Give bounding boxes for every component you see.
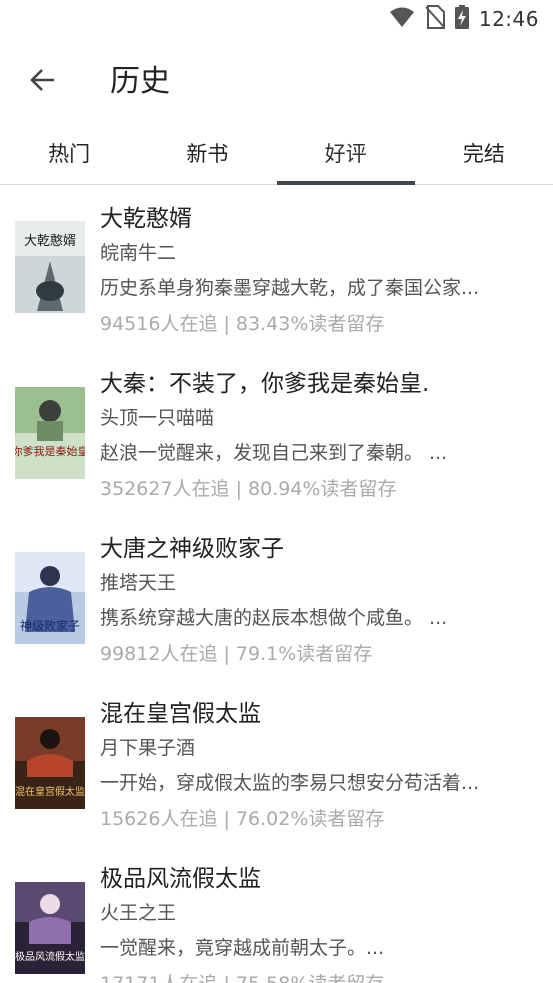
book-author: 头顶一只喵喵 bbox=[100, 407, 215, 429]
tab-label: 热门 bbox=[48, 142, 91, 166]
tab-label: 新书 bbox=[186, 142, 229, 166]
book-title: 大乾憨婿 bbox=[100, 206, 192, 232]
book-cover: 混在皇宫假太监 bbox=[15, 717, 85, 809]
app-bar: 历史 bbox=[0, 38, 553, 124]
cover-title: 大乾憨婿 bbox=[24, 234, 76, 249]
book-description: 一开始，穿成假太监的李易只想安分苟活着... bbox=[100, 772, 480, 794]
no-sim-icon bbox=[425, 5, 445, 33]
book-cover: 你爹我是秦始皇 bbox=[15, 387, 85, 479]
cover-title: 极品风流假太监 bbox=[15, 950, 85, 963]
book-description: 携系统穿越大唐的赵辰本想做个咸鱼。 ... bbox=[100, 607, 448, 629]
book-title: 极品风流假太监 bbox=[100, 866, 261, 892]
cover-title: 你爹我是秦始皇 bbox=[15, 444, 85, 458]
book-description: 历史系单身狗秦墨穿越大乾，成了秦国公家... bbox=[100, 277, 480, 299]
book-stats: 15626人在追 | 76.02%读者留存 bbox=[100, 808, 385, 830]
status-bar: 12:46 bbox=[0, 0, 553, 38]
list-item[interactable]: 极品风流假太监 极品风流假太监 火王之王 一觉醒来，竟穿越成前朝太子。... 1… bbox=[0, 845, 553, 983]
book-stats: 17171人在追 | 75.58%读者留存 bbox=[100, 969, 384, 983]
tab-top-rated[interactable]: 好评 bbox=[276, 124, 415, 185]
book-description: 一觉醒来，竟穿越成前朝太子。... bbox=[100, 937, 385, 959]
tab-bar: 热门 新书 好评 完结 bbox=[0, 124, 553, 185]
book-list: 大乾憨婿 大乾憨婿 皖南牛二 历史系单身狗秦墨穿越大乾，成了秦国公家... 94… bbox=[0, 185, 553, 983]
book-cover: 神级败家子 bbox=[15, 552, 85, 644]
book-stats: 94516人在追 | 83.43%读者留存 bbox=[100, 313, 385, 335]
wifi-icon bbox=[389, 6, 415, 32]
list-item[interactable]: 混在皇宫假太监 混在皇宫假太监 月下果子酒 一开始，穿成假太监的李易只想安分苟活… bbox=[0, 680, 553, 845]
book-stats: 99812人在追 | 79.1%读者留存 bbox=[100, 643, 373, 665]
page-title: 历史 bbox=[110, 64, 170, 99]
book-cover: 极品风流假太监 bbox=[15, 882, 85, 974]
list-item[interactable]: 神级败家子 大唐之神级败家子 推塔天王 携系统穿越大唐的赵辰本想做个咸鱼。 ..… bbox=[0, 515, 553, 680]
book-title: 混在皇宫假太监 bbox=[100, 701, 261, 727]
book-author: 推塔天王 bbox=[100, 572, 177, 594]
book-cover: 大乾憨婿 bbox=[15, 221, 85, 313]
status-icons: 12:46 bbox=[389, 5, 539, 33]
battery-charging-icon bbox=[454, 5, 469, 33]
cover-title: 混在皇宫假太监 bbox=[15, 785, 85, 798]
status-time: 12:46 bbox=[478, 7, 539, 31]
tab-label: 好评 bbox=[324, 142, 367, 166]
book-title: 大唐之神级败家子 bbox=[100, 536, 284, 562]
list-item[interactable]: 你爹我是秦始皇 大秦：不装了，你爹我是秦始皇. 头顶一只喵喵 赵浪一觉醒来，发现… bbox=[0, 350, 553, 515]
back-button[interactable] bbox=[20, 60, 64, 104]
book-stats: 352627人在追 | 80.94%读者留存 bbox=[100, 478, 397, 500]
cover-title: 神级败家子 bbox=[20, 618, 80, 633]
book-description: 赵浪一觉醒来，发现自己来到了秦朝。 ... bbox=[100, 442, 448, 464]
book-title: 大秦：不装了，你爹我是秦始皇. bbox=[100, 371, 430, 397]
book-author: 月下果子酒 bbox=[100, 737, 196, 759]
tab-hot[interactable]: 热门 bbox=[0, 124, 138, 184]
list-item[interactable]: 大乾憨婿 大乾憨婿 皖南牛二 历史系单身狗秦墨穿越大乾，成了秦国公家... 94… bbox=[0, 185, 553, 350]
book-author: 皖南牛二 bbox=[100, 242, 177, 264]
book-author: 火王之王 bbox=[100, 902, 177, 924]
back-arrow-icon bbox=[28, 66, 56, 98]
tab-label: 完结 bbox=[462, 142, 505, 166]
tab-new[interactable]: 新书 bbox=[138, 124, 276, 184]
tab-completed[interactable]: 完结 bbox=[415, 124, 553, 184]
